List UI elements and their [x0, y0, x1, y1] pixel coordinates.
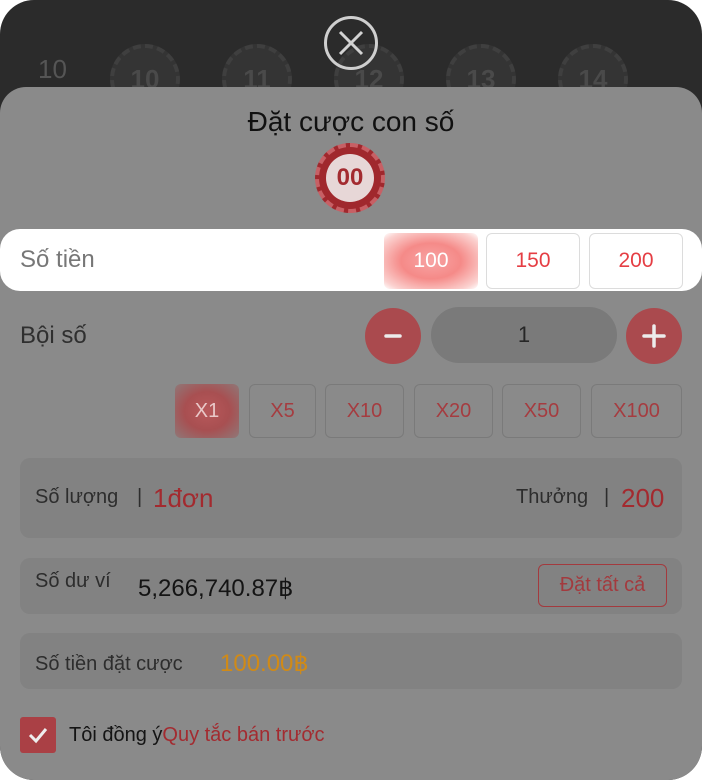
multiplier-option-x5[interactable]: X5 — [249, 384, 316, 438]
bet-dialog-frame: 10 10 11 12 13 14 Đặt cược con số 00 Số … — [0, 0, 702, 780]
close-button[interactable] — [324, 16, 378, 70]
multiplier-input[interactable] — [431, 307, 617, 363]
dialog-title: Đặt cược con số — [247, 106, 455, 137]
multiplier-option-x100[interactable]: X100 — [591, 384, 682, 438]
background-row-label: 10 — [38, 54, 67, 84]
close-icon — [338, 30, 364, 56]
agreement-text: Tôi đồng ýQuy tắc bán trước — [69, 724, 325, 747]
amount-option-200[interactable]: 200 — [589, 233, 683, 289]
checkmark-icon — [28, 728, 48, 744]
multiplier-option-x10[interactable]: X10 — [325, 384, 404, 438]
bet-amount-value: 100.00฿ — [220, 650, 309, 677]
multiplier-option-x50[interactable]: X50 — [502, 384, 581, 438]
plus-icon — [642, 324, 666, 348]
quantity-label: Số lượng — [35, 486, 119, 508]
amount-label: Số tiền — [20, 246, 95, 273]
balance-label: Số dư ví — [35, 570, 111, 592]
increase-button[interactable] — [626, 308, 682, 364]
amount-option-100[interactable]: 100 — [384, 233, 478, 289]
amount-option-150[interactable]: 150 — [486, 233, 580, 289]
separator: | — [604, 486, 610, 508]
bet-amount-card: Số tiền đặt cược 100.00฿ — [20, 633, 682, 689]
multiplier-option-x1[interactable]: X1 — [175, 384, 239, 438]
selected-number: 00 — [326, 154, 374, 202]
agreement-label: Tôi đồng ý — [69, 724, 163, 746]
multiplier-label: Bội số — [20, 322, 87, 349]
selected-number-ball: 00 — [315, 143, 385, 213]
rules-link[interactable]: Quy tắc bán trước — [162, 724, 324, 746]
reward-value: 200 — [621, 483, 665, 513]
quantity-value: 1đơn — [153, 483, 214, 513]
bet-amount-label: Số tiền đặt cược — [35, 653, 183, 675]
bet-all-button[interactable]: Đặt tất cả — [538, 564, 667, 607]
summary-card: Số lượng | 1đơn Thưởng | 200 — [20, 458, 682, 538]
reward-label: Thưởng — [516, 486, 589, 508]
decrease-button[interactable] — [365, 308, 421, 364]
balance-value: 5,266,740.87฿ — [138, 575, 294, 602]
amount-row: Số tiền 100 150 200 — [0, 229, 702, 291]
separator: | — [137, 486, 143, 508]
multiplier-option-x20[interactable]: X20 — [414, 384, 493, 438]
minus-icon — [384, 334, 402, 338]
agree-checkbox[interactable] — [20, 717, 56, 753]
